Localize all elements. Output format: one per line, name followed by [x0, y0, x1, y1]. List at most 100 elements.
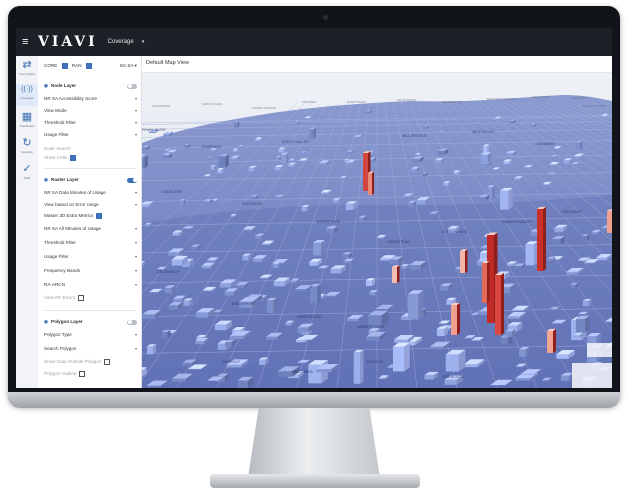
coverage-prism: [313, 239, 325, 256]
map-area-label: KINGSTON: [572, 96, 588, 100]
node-layer-item-label: Threshold Filter: [44, 119, 76, 125]
show-outside-polygon[interactable]: Show Data Outside Polygon: [44, 358, 137, 366]
polygon-layer-toggle[interactable]: [127, 319, 137, 325]
map-area-label: GREENWICH: [157, 270, 180, 274]
map-canvas[interactable]: CHINATOWN SANTA CLARA CHIARA SPORTS FAIRVIE…: [142, 73, 612, 388]
raster-layer-item[interactable]: Master 3D Extra Metrics: [44, 212, 137, 220]
raster-layer-item[interactable]: NR SA All Minutes of Usage ▾: [44, 224, 137, 232]
monitor-stand-neck: [248, 408, 380, 478]
chevron-down-icon: ▾: [134, 107, 137, 113]
map-area-label: HARBOR POINT: [357, 325, 385, 329]
coverage-prism: [525, 241, 539, 266]
raster-layer-title: Raster Layer: [51, 177, 79, 182]
master-3d-checkbox[interactable]: [96, 213, 103, 219]
coverage-prism: [499, 187, 513, 210]
map-area-label: BAYVIEW: [367, 360, 384, 364]
show-cells-checkbox[interactable]: [69, 155, 76, 161]
dashboard-icon: ▦: [21, 111, 33, 123]
view-rf-errors[interactable]: View RF Errors: [44, 294, 137, 302]
rail-item-valid[interactable]: ✓ Valid: [16, 164, 38, 184]
raster-layer-item-label: Usage Filter: [44, 253, 69, 259]
polygon-outline[interactable]: Polygon Outline: [44, 370, 137, 378]
chevron-down-icon: ▾: [134, 95, 137, 101]
coverage-prism: [445, 349, 466, 372]
map-3d-raster[interactable]: CHINATOWN SANTA CLARA CHIARA SPORTS FAIRVIE…: [142, 73, 612, 388]
show-cells[interactable]: Show Cells: [44, 154, 137, 162]
chevron-down-icon: ▾: [134, 345, 137, 351]
rail-label: Coverage: [20, 96, 34, 100]
raster-layer-item[interactable]: Usage Filter ▾: [44, 252, 137, 260]
map-area-label: HAMPSTEAD: [347, 100, 367, 104]
network-select[interactable]: 5G-SA ▾: [120, 63, 137, 69]
node-layer-title: Node Layer: [51, 83, 77, 88]
coverage-prism: [575, 315, 590, 333]
chevron-down-icon: ▾: [134, 189, 137, 195]
node-layer-item[interactable]: View Mode ▾: [44, 106, 137, 114]
coverage-prism: [408, 290, 424, 320]
map-area-label: DOVER PARK: [317, 220, 341, 224]
eye-icon[interactable]: ◉: [44, 177, 48, 182]
polygon-layer-item[interactable]: Search Polygon ▾: [44, 344, 137, 352]
core-label: CORE: [44, 63, 58, 69]
chevron-down-icon: ▾: [134, 201, 137, 207]
raster-layer-item[interactable]: RA-ARCN ▾: [44, 280, 137, 288]
coverage-prism: [460, 249, 468, 273]
screen: ≡ VIAVI Coverage ▾ ⇄ Top Insights ((·)) …: [16, 28, 612, 388]
map-area-label: WESTWOOD: [472, 130, 494, 134]
module-name[interactable]: Coverage: [108, 39, 134, 45]
antenna-icon: ((·)): [21, 86, 33, 93]
raster-layer-item[interactable]: Threshold Filter ▾: [44, 238, 137, 246]
map-view-title: Default Map View: [146, 60, 190, 66]
eye-icon[interactable]: ◉: [44, 319, 48, 324]
show-outside-checkbox[interactable]: [104, 359, 111, 365]
node-layer-item[interactable]: NR SA Accessibility Score ▾: [44, 94, 137, 102]
divider: [44, 168, 136, 169]
core-checkbox[interactable]: [61, 63, 68, 69]
map-area-label: HIGHLANDS: [532, 95, 550, 99]
coverage-prism: [353, 349, 364, 384]
viavi-logo: VIAVI: [38, 34, 98, 50]
hamburger-menu-icon[interactable]: ≡: [22, 36, 32, 48]
domain-tabs: CORE RAN: [44, 63, 92, 69]
rail-item-scenario[interactable]: ↻ Scenario: [16, 138, 38, 158]
map-area-label: OAKMONT: [222, 360, 241, 364]
coverage-prism: [480, 152, 492, 164]
node-layer-item[interactable]: Threshold Filter ▾: [44, 118, 137, 126]
rail-item-top-insights[interactable]: ⇄ Top Insights: [16, 60, 38, 80]
coverage-prism: [576, 140, 583, 150]
view-rf-errors-checkbox[interactable]: [78, 295, 85, 301]
coverage-prism: [537, 206, 546, 271]
raster-layer-item[interactable]: View based on Error range ▾: [44, 200, 137, 208]
node-layer-item[interactable]: Usage Filter ▾: [44, 130, 137, 138]
node-search[interactable]: Node Search: [44, 144, 137, 152]
coverage-prism: [482, 261, 490, 303]
raster-layer-item-label: Frequency Bands: [44, 267, 81, 273]
module-dropdown-icon[interactable]: ▾: [142, 39, 145, 45]
map-area-label: STONEGATE: [442, 375, 464, 379]
show-cells-label: Show Cells: [44, 155, 67, 161]
chevron-down-icon: ▾: [134, 225, 137, 231]
map-area-label: MILL BROOKE: [402, 134, 427, 138]
polygon-layer-item[interactable]: Polygon Type ▾: [44, 330, 137, 338]
map-area-label: HALLECKS CRKS: [582, 104, 607, 108]
chevron-down-icon: ▾: [134, 253, 137, 259]
coverage-prism: [276, 156, 281, 161]
coverage-prism: [368, 171, 374, 195]
raster-layer-item-label: Master 3D Extra Metrics: [44, 213, 94, 219]
rail-item-dashboard[interactable]: ▦ Dashboard: [16, 112, 38, 132]
polygon-outline-label: Polygon Outline: [44, 371, 77, 377]
raster-layer-toggle[interactable]: [127, 177, 137, 183]
node-layer-toggle[interactable]: [127, 83, 137, 89]
raster-layer-item[interactable]: NR SA Data Minutes of Usage ▾: [44, 188, 137, 196]
coverage-prism: [581, 234, 590, 241]
raster-layer-item[interactable]: Frequency Bands ▾: [44, 266, 137, 274]
transfer-icon: ⇄: [22, 59, 32, 71]
ran-checkbox[interactable]: [85, 63, 92, 69]
view-rf-errors-label: View RF Errors: [44, 295, 76, 301]
map-area-label: ASHTON PARK: [442, 230, 468, 234]
rail-item-coverage[interactable]: ((·)) Coverage: [16, 84, 38, 106]
chevron-down-icon: ▾: [134, 239, 137, 245]
eye-icon[interactable]: ◉: [44, 83, 48, 88]
polygon-outline-checkbox[interactable]: [79, 371, 86, 377]
map-area-label: DENMARK: [537, 142, 556, 146]
